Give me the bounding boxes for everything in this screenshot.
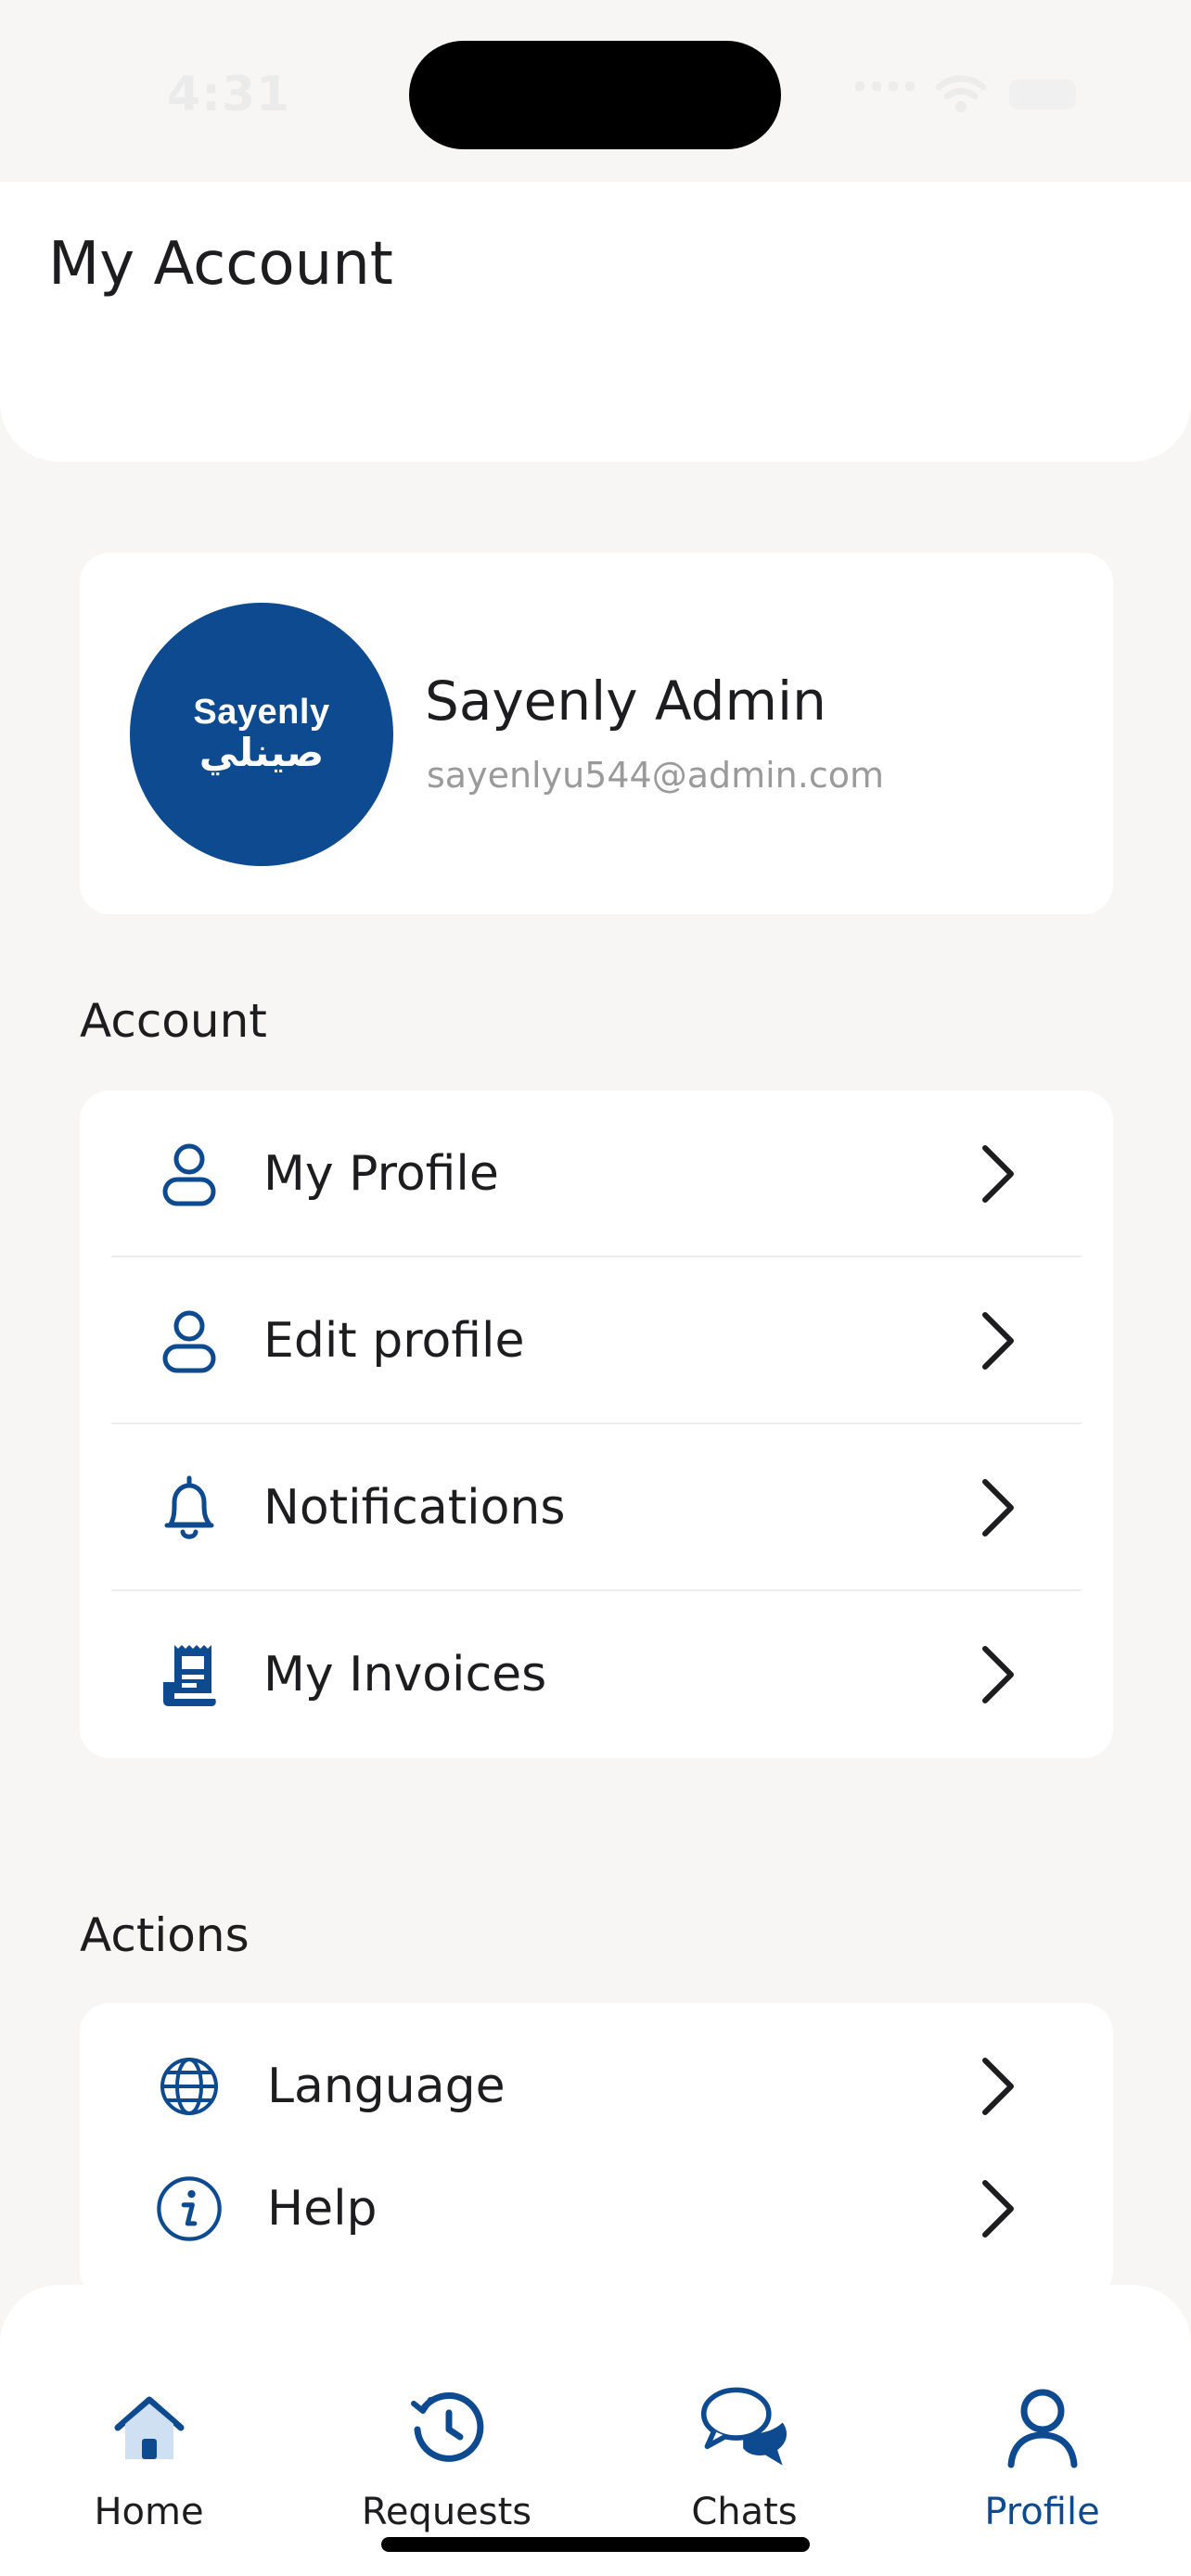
- account-menu: My Profile Edit profile Notifications My…: [80, 1090, 1113, 1758]
- chevron-right-icon: [976, 1642, 1020, 1707]
- chevron-right-icon: [976, 2176, 1020, 2241]
- chevron-right-icon: [976, 1308, 1020, 1373]
- wifi-icon: [935, 75, 987, 112]
- globe-icon: [156, 2053, 223, 2120]
- person-icon: [998, 2383, 1087, 2472]
- nav-tab-profile[interactable]: Profile: [893, 2285, 1191, 2576]
- battery-icon: [1009, 80, 1076, 109]
- bell-icon: [156, 1474, 223, 1541]
- menu-item-language[interactable]: Language: [80, 2040, 1113, 2133]
- home-icon: [105, 2383, 194, 2472]
- chevron-right-icon: [976, 2054, 1020, 2119]
- nav-label: Requests: [361, 2491, 532, 2533]
- status-bar: 4:31: [0, 0, 1191, 182]
- header: My Account: [0, 182, 1191, 462]
- avatar-brand-ar: صينلي: [198, 730, 325, 775]
- history-icon: [403, 2383, 492, 2472]
- section-title-actions: Actions: [80, 1908, 250, 1962]
- chevron-right-icon: [976, 1475, 1020, 1540]
- profile-name: Sayenly Admin: [425, 670, 826, 733]
- menu-item-notifications[interactable]: Notifications: [80, 1424, 1113, 1591]
- menu-item-label: Help: [267, 2181, 378, 2237]
- nav-label: Home: [94, 2491, 204, 2533]
- bottom-nav: Home Requests Chats Profile: [0, 2285, 1191, 2576]
- cellular-signal-icon: [855, 82, 915, 91]
- menu-item-label: Edit profile: [263, 1313, 525, 1369]
- menu-item-my-profile[interactable]: My Profile: [80, 1090, 1113, 1257]
- user-icon: [156, 1307, 223, 1374]
- actions-menu: Language Help: [80, 2003, 1113, 2300]
- nav-tab-requests[interactable]: Requests: [298, 2285, 596, 2576]
- avatar-brand-en: Sayenly: [193, 693, 330, 732]
- menu-item-label: Language: [267, 2059, 506, 2114]
- menu-item-label: My Invoices: [263, 1647, 547, 1702]
- menu-item-my-invoices[interactable]: My Invoices: [80, 1591, 1113, 1758]
- profile-email: sayenlyu544@admin.com: [427, 755, 884, 796]
- chat-bubbles-icon: [700, 2383, 789, 2472]
- page-title: My Account: [48, 230, 393, 299]
- nav-tab-home[interactable]: Home: [0, 2285, 298, 2576]
- chevron-right-icon: [976, 1141, 1020, 1206]
- menu-item-edit-profile[interactable]: Edit profile: [80, 1257, 1113, 1424]
- home-indicator[interactable]: [381, 2537, 810, 2552]
- section-title-account: Account: [80, 994, 267, 1048]
- receipt-icon: [156, 1641, 223, 1708]
- nav-tab-chats[interactable]: Chats: [596, 2285, 893, 2576]
- menu-item-label: Notifications: [263, 1480, 566, 1536]
- info-icon: [156, 2175, 223, 2242]
- menu-item-label: My Profile: [263, 1146, 499, 1202]
- nav-label: Chats: [691, 2491, 798, 2533]
- avatar: Sayenly صينلي: [130, 603, 393, 866]
- profile-card[interactable]: Sayenly صينلي Sayenly Admin sayenlyu544@…: [80, 553, 1113, 914]
- menu-item-help[interactable]: Help: [80, 2162, 1113, 2255]
- dynamic-island: [409, 41, 781, 149]
- nav-label: Profile: [984, 2491, 1100, 2533]
- user-icon: [156, 1141, 223, 1207]
- status-time: 4:31: [167, 67, 291, 122]
